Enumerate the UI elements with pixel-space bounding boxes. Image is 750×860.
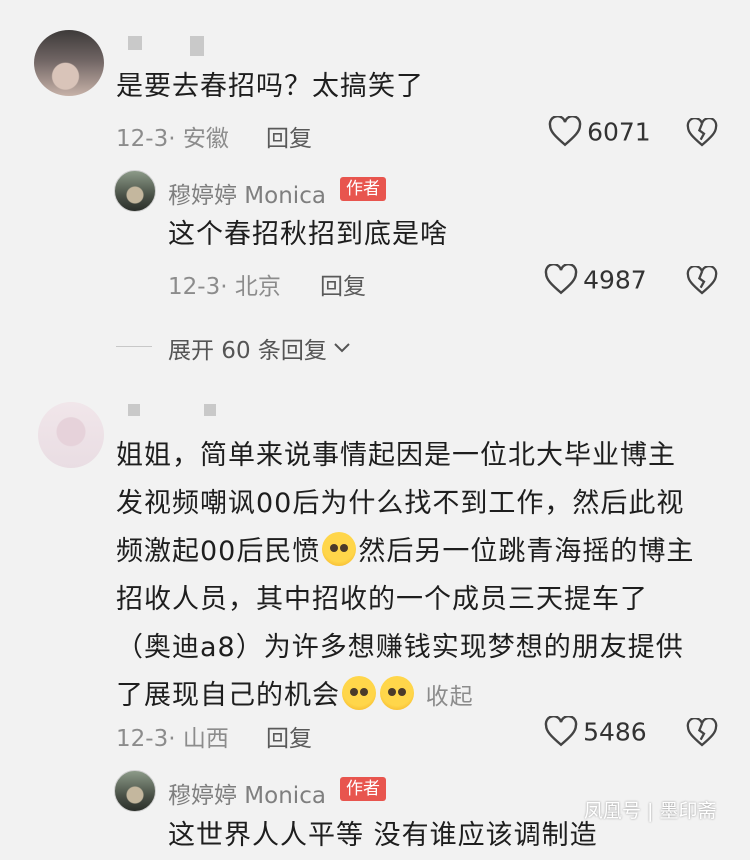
blurred-username bbox=[204, 404, 216, 416]
author-badge: 作者 bbox=[340, 777, 386, 801]
watermark: 凤凰号 | 墨印斋 bbox=[584, 800, 717, 822]
commenter-avatar[interactable] bbox=[34, 30, 104, 96]
comment-body: 姐姐，简单来说事情起因是一位北大毕业博主 发视频嘲讽00后为什么找不到工作，然后… bbox=[116, 432, 716, 721]
commenter-avatar[interactable] bbox=[38, 402, 104, 468]
broken-heart-icon[interactable] bbox=[686, 718, 718, 748]
comment-line: 姐姐，简单来说事情起因是一位北大毕业博主 bbox=[116, 440, 676, 471]
author-name[interactable]: 穆婷婷 Monica bbox=[168, 176, 326, 210]
comment-line: 招收人员，其中招收的一个成员三天提车了 bbox=[116, 584, 648, 615]
comment-meta: 12-3· 安徽 bbox=[116, 126, 229, 152]
expand-divider bbox=[116, 346, 152, 347]
comment-line-part: 然后另一位跳青海摇的博主 bbox=[358, 536, 695, 567]
comment-line: 了展现自己的机会 收起 bbox=[116, 672, 716, 721]
author-name[interactable]: 穆婷婷 Monica bbox=[168, 776, 326, 810]
comment-meta: 12-3· 山西 bbox=[116, 726, 229, 752]
author-avatar[interactable] bbox=[114, 770, 156, 812]
like-button[interactable]: 4987 bbox=[544, 263, 647, 296]
like-button[interactable]: 5486 bbox=[544, 715, 647, 748]
like-count: 5486 bbox=[583, 717, 647, 747]
collapse-button[interactable]: 收起 bbox=[426, 684, 474, 710]
comment-line: 频激起00后民愤 然后另一位跳青海摇的博主 bbox=[116, 528, 716, 576]
comment-text: 是要去春招吗？太搞笑了 bbox=[116, 71, 424, 102]
like-button[interactable]: 6071 bbox=[548, 115, 651, 148]
comment-line-part: 频激起00后民愤 bbox=[116, 536, 321, 567]
laugh-cry-emoji bbox=[322, 532, 357, 566]
author-avatar[interactable] bbox=[114, 170, 156, 212]
expand-replies-button[interactable]: 展开 60 条回复 bbox=[168, 331, 352, 365]
like-count: 6071 bbox=[587, 117, 651, 147]
reply-text: 这世界人人平等 没有谁应该调制造 bbox=[168, 820, 598, 851]
pleading-emoji bbox=[342, 676, 376, 710]
pleading-emoji bbox=[380, 676, 414, 710]
expand-label: 展开 60 条回复 bbox=[168, 338, 327, 364]
broken-heart-icon[interactable] bbox=[686, 266, 718, 296]
reply-button[interactable]: 回复 bbox=[266, 719, 312, 753]
heart-outline-icon bbox=[544, 263, 578, 295]
chevron-down-icon bbox=[334, 343, 350, 353]
reply-meta: 12-3· 北京 bbox=[168, 274, 281, 300]
comment-line-part: 了展现自己的机会 bbox=[116, 680, 340, 711]
reply-text: 这个春招秋招到底是啥 bbox=[168, 219, 448, 250]
blurred-username bbox=[128, 36, 142, 50]
author-badge: 作者 bbox=[340, 177, 386, 201]
blurred-username bbox=[128, 404, 140, 416]
blurred-username bbox=[190, 36, 204, 56]
reply-button[interactable]: 回复 bbox=[320, 267, 366, 301]
reply-button[interactable]: 回复 bbox=[266, 119, 312, 153]
comment-line: 发视频嘲讽00后为什么找不到工作，然后此视 bbox=[116, 488, 685, 519]
comment-line: （奥迪a8）为许多想赚钱实现梦想的朋友提供 bbox=[116, 632, 684, 663]
broken-heart-icon[interactable] bbox=[686, 118, 718, 148]
heart-outline-icon bbox=[544, 715, 578, 747]
heart-outline-icon bbox=[548, 115, 582, 147]
like-count: 4987 bbox=[583, 265, 647, 295]
